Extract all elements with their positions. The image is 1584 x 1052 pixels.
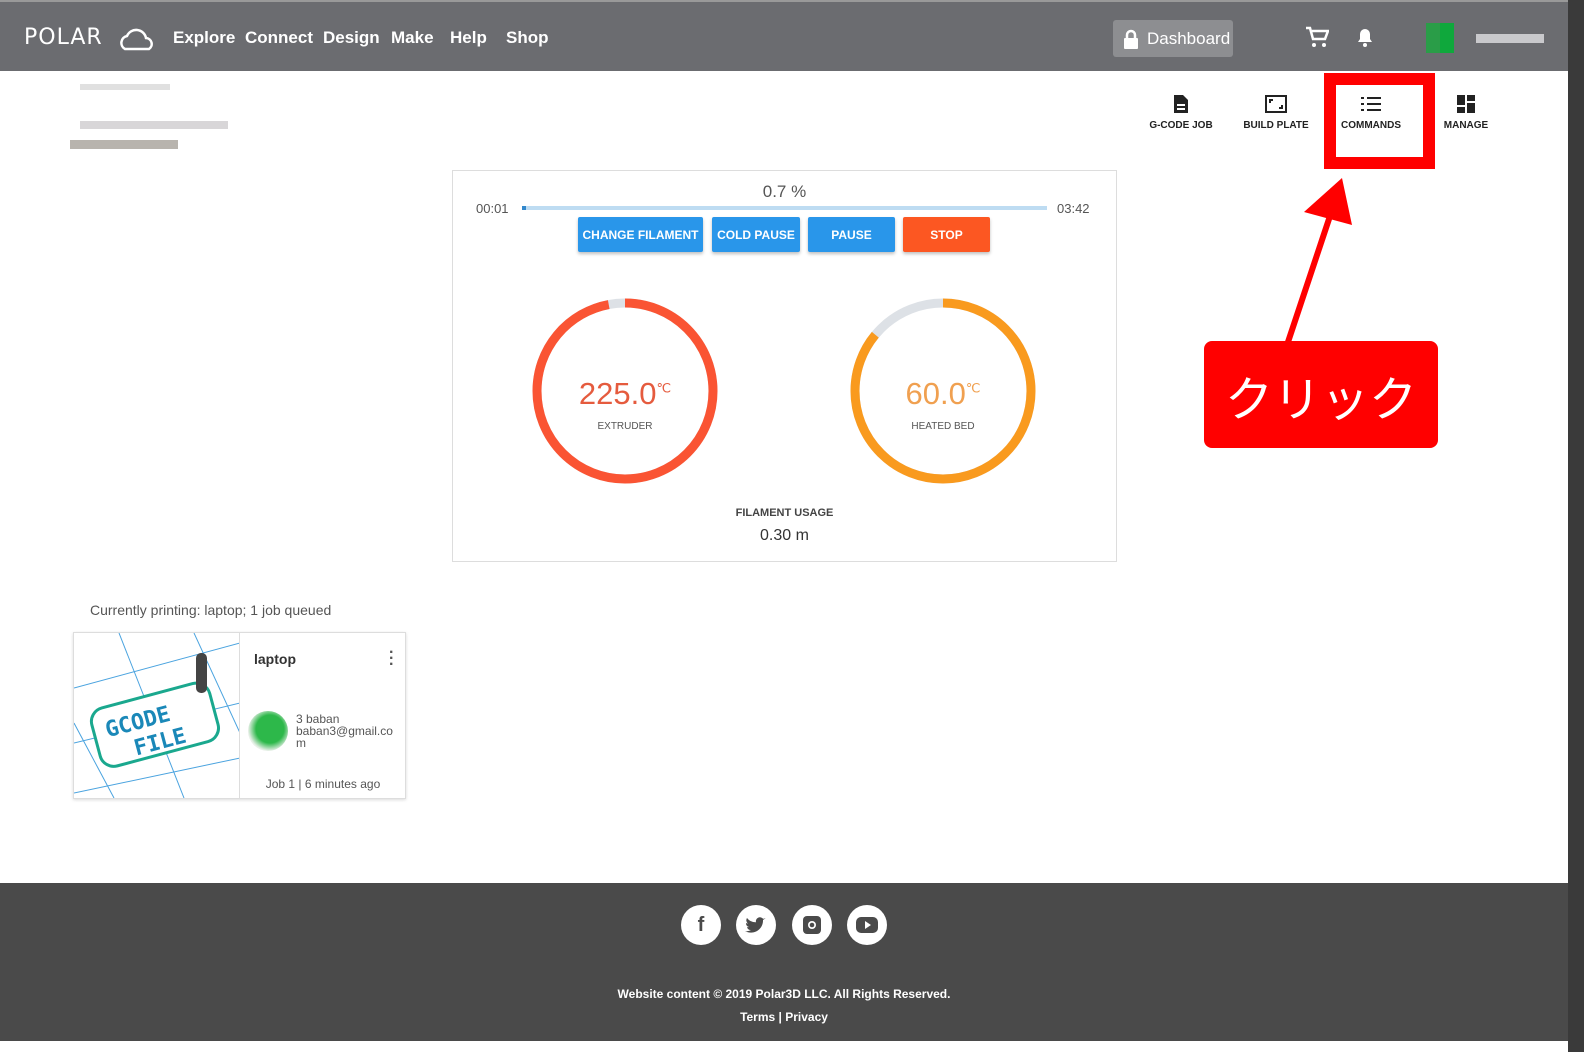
progress-bar: [522, 206, 1047, 210]
extruder-label: EXTRUDER: [597, 421, 653, 432]
dashboard-button[interactable]: Dashboard: [1113, 20, 1233, 57]
job-thumbnail: GCODE FILE: [74, 633, 240, 798]
bed-temp: 60.0℃: [843, 376, 1043, 412]
cold-pause-button[interactable]: COLD PAUSE: [712, 217, 800, 252]
job-name: laptop: [254, 651, 296, 667]
window-edge: [1568, 0, 1584, 1052]
nav-design[interactable]: Design: [323, 28, 380, 48]
top-nav: POLAR Explore Connect Design Make Help S…: [0, 0, 1568, 71]
job-card[interactable]: GCODE FILE laptop · · · 3 baban baban3@gmai…: [73, 632, 406, 799]
toolbar-gcode-job[interactable]: G-CODE JOB: [1136, 94, 1226, 131]
username-blurred[interactable]: [1476, 34, 1544, 43]
logo-text: POLAR: [24, 25, 103, 50]
copyright: Website content © 2019 Polar3D LLC. All …: [617, 987, 951, 1001]
click-annotation-label: クリック: [1204, 341, 1438, 448]
toolbar-label: BUILD PLATE: [1243, 120, 1309, 131]
youtube-icon[interactable]: [847, 905, 887, 945]
temp-unit: ℃: [656, 380, 672, 396]
printer-name-blurred: [80, 84, 170, 90]
nav-help[interactable]: Help: [450, 28, 487, 48]
elapsed-time: 00:01: [476, 201, 509, 216]
bed-temp-value: 60.0: [905, 376, 966, 411]
dashboard-label: Dashboard: [1147, 28, 1231, 48]
job-user-email: baban3@gmail.com: [296, 724, 393, 750]
user-avatar[interactable]: [1426, 23, 1454, 53]
toolbar-build-plate[interactable]: BUILD PLATE: [1231, 94, 1321, 131]
file-icon: [1174, 95, 1188, 113]
stop-button[interactable]: STOP: [903, 217, 990, 252]
cloud-icon: [119, 28, 153, 51]
nav-explore[interactable]: Explore: [173, 28, 235, 48]
instagram-icon[interactable]: [792, 905, 832, 945]
separator: |: [775, 1010, 786, 1024]
bell-icon[interactable]: [1356, 26, 1374, 48]
polar-logo[interactable]: POLAR: [24, 24, 157, 52]
terms-link[interactable]: Terms: [740, 1010, 775, 1024]
nav-connect[interactable]: Connect: [245, 28, 313, 48]
remaining-time: 03:42: [1057, 201, 1090, 216]
privacy-link[interactable]: Privacy: [785, 1010, 828, 1024]
build-plate-icon: [1265, 95, 1287, 113]
job-user: 3 baban baban3@gmail.com: [296, 713, 401, 749]
queue-status: Currently printing: laptop; 1 job queued: [90, 602, 332, 618]
pause-button[interactable]: PAUSE: [808, 217, 895, 252]
progress-fill: [522, 206, 526, 210]
bed-label: HEATED BED: [911, 421, 975, 432]
cart-icon[interactable]: [1305, 26, 1329, 48]
job-meta: Job 1 | 6 minutes ago: [265, 777, 381, 791]
dashboard-icon: [1457, 95, 1475, 113]
nav-shop[interactable]: Shop: [506, 28, 549, 48]
twitter-icon[interactable]: [736, 905, 776, 945]
progress-percent: 0.7 %: [762, 182, 807, 201]
printer-info-blurred-2: [70, 140, 178, 149]
extruder-temp-value: 225.0: [578, 376, 657, 411]
extruder-temp: 225.0℃: [525, 376, 725, 412]
filament-usage-label: FILAMENT USAGE: [735, 507, 834, 519]
facebook-icon[interactable]: f: [681, 905, 721, 945]
gcode-preview-image: GCODE FILE: [74, 633, 239, 798]
annotation-arrow-icon: [1285, 178, 1352, 343]
printer-info-blurred: [80, 121, 228, 129]
footer-links: Terms | Privacy: [0, 1010, 1568, 1024]
toolbar-label: MANAGE: [1443, 120, 1489, 131]
user-avatar-frog: [248, 711, 288, 751]
change-filament-button[interactable]: CHANGE FILAMENT: [578, 217, 703, 252]
nav-make[interactable]: Make: [391, 28, 434, 48]
more-vert-icon[interactable]: · · ·: [389, 645, 394, 673]
temp-unit: ℃: [965, 380, 981, 396]
filament-usage-value: 0.30 m: [760, 527, 809, 544]
highlight-box: [1324, 73, 1435, 169]
lock-icon: [1124, 29, 1138, 49]
toolbar-label: G-CODE JOB: [1149, 120, 1213, 131]
